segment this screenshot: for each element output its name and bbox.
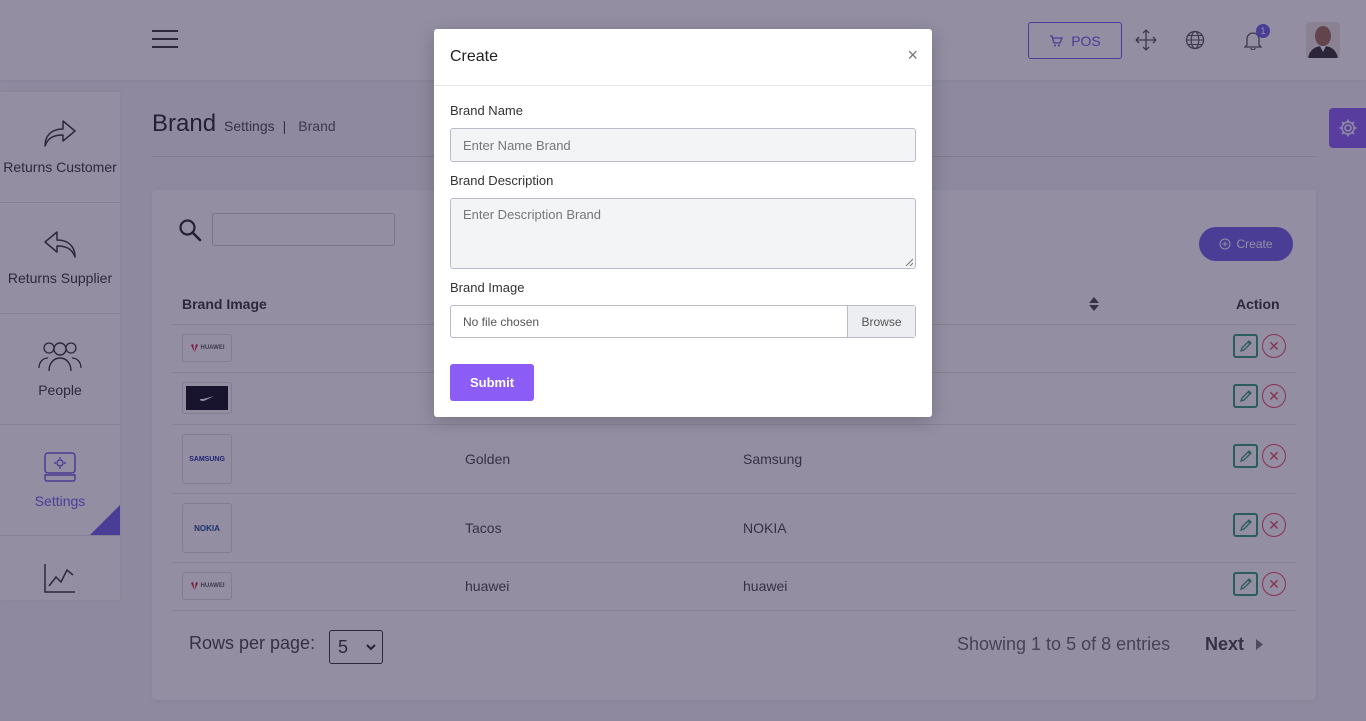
close-icon[interactable]: ×	[907, 45, 918, 66]
create-brand-modal: Create × Brand Name Enter Name Brand Bra…	[434, 29, 932, 417]
file-status: No file chosen	[463, 314, 540, 329]
brand-description-label: Brand Description	[450, 173, 554, 188]
brand-description-textarea[interactable]: Enter Description Brand	[450, 198, 916, 269]
brand-name-label: Brand Name	[450, 103, 523, 118]
modal-title: Create	[450, 48, 499, 65]
brand-image-file-input[interactable]: No file chosen Browse	[450, 305, 916, 338]
brand-description-placeholder: Enter Description Brand	[463, 207, 602, 222]
brand-image-label: Brand Image	[450, 280, 525, 295]
brand-name-input[interactable]: Enter Name Brand	[450, 128, 916, 162]
browse-button[interactable]: Browse	[847, 306, 915, 337]
resize-handle-icon[interactable]	[905, 258, 913, 266]
brand-name-placeholder: Enter Name Brand	[463, 137, 571, 153]
modal-header: Create ×	[434, 29, 932, 86]
submit-button[interactable]: Submit	[450, 364, 534, 401]
